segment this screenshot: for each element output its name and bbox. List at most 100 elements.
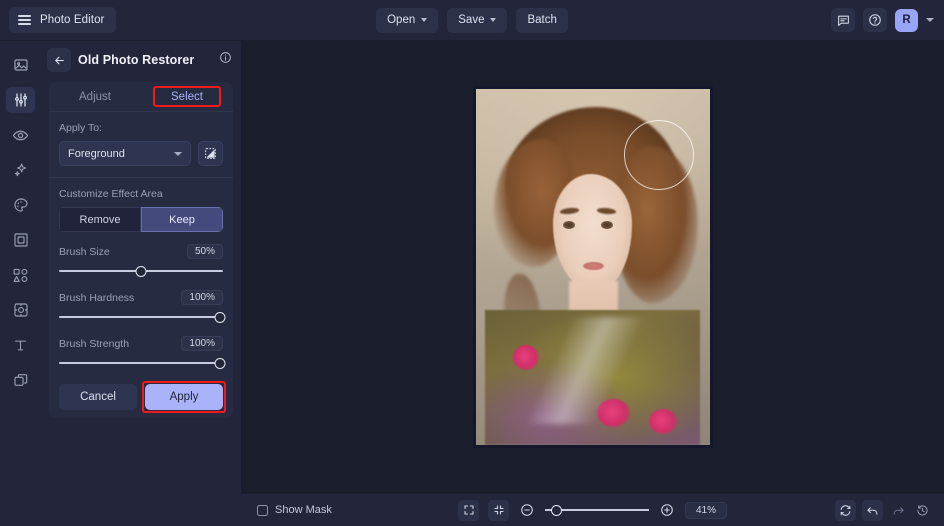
apply-to-value: Foreground — [68, 147, 125, 160]
sidebar-item-effects[interactable] — [6, 297, 35, 323]
arrow-left-icon — [54, 56, 64, 64]
apply-button[interactable]: Apply — [145, 384, 223, 410]
top-bar: Photo Editor Open Save Batch R — [0, 0, 944, 41]
tool-card: Adjust Select Apply To: Foreground Custo… — [49, 82, 233, 418]
brush-size-value: 50% — [186, 244, 223, 259]
top-center-actions: Open Save Batch — [0, 7, 944, 33]
sidebar-item-image[interactable] — [6, 52, 35, 78]
brush-size-label: Brush Size — [59, 245, 110, 258]
brush-strength-slider[interactable] — [59, 356, 226, 370]
canvas-area[interactable] — [241, 41, 944, 493]
zoom-level-value[interactable]: 41% — [685, 501, 727, 519]
invert-selection-button[interactable] — [198, 141, 223, 166]
brush-hardness-value: 100% — [181, 290, 223, 305]
chevron-down-icon — [421, 18, 428, 22]
frame-icon — [13, 233, 28, 247]
brush-hardness-slider-block: Brush Hardness 100% — [59, 290, 226, 324]
zoom-slider[interactable] — [545, 503, 649, 517]
sparkles-icon — [14, 163, 26, 177]
back-button[interactable] — [47, 48, 71, 72]
apply-label: Apply — [169, 391, 199, 403]
shapes-icon — [13, 268, 28, 282]
eye-icon — [12, 130, 29, 140]
open-label: Open — [387, 14, 416, 26]
apply-to-section: Apply To: Foreground — [49, 112, 233, 166]
brush-hardness-label: Brush Hardness — [59, 291, 135, 304]
sidebar-item-retouch[interactable] — [6, 122, 35, 148]
image-icon — [13, 59, 28, 71]
save-label: Save — [458, 14, 485, 26]
batch-button[interactable]: Batch — [516, 7, 568, 33]
zoom-out-button[interactable] — [518, 501, 536, 519]
actual-size-button[interactable] — [488, 499, 509, 521]
tab-adjust-label: Adjust — [79, 90, 111, 103]
tab-bar: Adjust Select — [49, 82, 233, 112]
slider-track — [59, 316, 223, 318]
zoom-in-button[interactable] — [658, 501, 676, 519]
shrink-to-fit-icon — [493, 505, 504, 515]
effects-icon — [13, 303, 28, 317]
slider-thumb[interactable] — [135, 266, 147, 277]
adjust-sliders-icon — [14, 93, 27, 107]
tab-select-label: Select — [171, 90, 203, 103]
customize-effect-area-label: Customize Effect Area — [59, 188, 163, 200]
tab-select[interactable]: Select — [141, 82, 233, 111]
invert-selection-icon — [205, 148, 216, 159]
slider-thumb[interactable] — [214, 312, 226, 323]
cancel-button[interactable]: Cancel — [59, 384, 137, 410]
brush-hardness-slider[interactable] — [59, 310, 226, 324]
brush-hardness-header: Brush Hardness 100% — [59, 290, 223, 305]
brush-mode-remove[interactable]: Remove — [59, 207, 141, 232]
sidebar-item-ai-tools[interactable] — [6, 157, 35, 183]
brush-size-slider[interactable] — [59, 264, 223, 278]
panel-header: Old Photo Restorer — [41, 41, 241, 79]
brush-mode-keep-label: Keep — [169, 213, 195, 226]
zoom-out-icon — [521, 504, 533, 516]
photo-face — [552, 174, 633, 292]
text-icon — [14, 340, 27, 350]
sidebar-item-adjust[interactable] — [6, 87, 35, 113]
layers-icon — [13, 374, 27, 386]
brush-strength-header: Brush Strength 100% — [59, 336, 223, 351]
zoom-slider-thumb[interactable] — [551, 504, 562, 516]
brush-mode-segmented: Remove Keep — [59, 207, 223, 232]
brush-strength-slider-block: Brush Strength 100% — [59, 336, 226, 370]
panel-actions: Cancel Apply — [59, 381, 226, 413]
sidebar-item-frame[interactable] — [6, 227, 35, 253]
restored-photo[interactable] — [472, 86, 713, 448]
chevron-down-icon — [490, 18, 497, 22]
batch-label: Batch — [527, 14, 557, 26]
info-button[interactable] — [219, 51, 232, 69]
chevron-down-icon — [174, 151, 182, 156]
apply-to-select[interactable]: Foreground — [59, 141, 191, 166]
photo-container[interactable] — [472, 86, 713, 448]
zoom-in-icon — [661, 504, 673, 516]
tool-rail — [0, 41, 41, 526]
apply-to-row: Foreground — [59, 141, 223, 166]
info-circle-icon — [220, 52, 231, 63]
fit-screen-icon — [463, 505, 474, 515]
sidebar-item-shapes[interactable] — [6, 262, 35, 288]
sidebar-item-text[interactable] — [6, 332, 35, 358]
bottom-bar: Show Mask 41% — [241, 493, 944, 526]
fit-screen-button[interactable] — [458, 499, 479, 521]
brush-strength-label: Brush Strength — [59, 337, 130, 350]
sidebar-item-color[interactable] — [6, 192, 35, 218]
save-button[interactable]: Save — [447, 7, 508, 33]
cancel-label: Cancel — [80, 391, 116, 403]
brush-size-slider-block: Brush Size 50% — [59, 244, 223, 278]
palette-icon — [13, 198, 28, 212]
slider-thumb[interactable] — [214, 358, 226, 369]
open-button[interactable]: Open — [376, 7, 439, 33]
tool-panel: Old Photo Restorer Adjust Select Apply T… — [41, 41, 241, 526]
brush-mode-keep[interactable]: Keep — [141, 207, 223, 232]
zoom-controls: 41% — [241, 499, 944, 521]
brush-strength-value: 100% — [181, 336, 223, 351]
slider-track — [59, 362, 223, 364]
photo-highlight-streak — [489, 316, 677, 424]
brush-mode-remove-label: Remove — [79, 213, 121, 226]
photo-editor-app: Photo Editor Open Save Batch R Old Photo… — [0, 0, 944, 526]
tab-adjust[interactable]: Adjust — [49, 82, 141, 111]
page-title: Old Photo Restorer — [78, 53, 195, 67]
sidebar-item-layers[interactable] — [6, 367, 35, 393]
